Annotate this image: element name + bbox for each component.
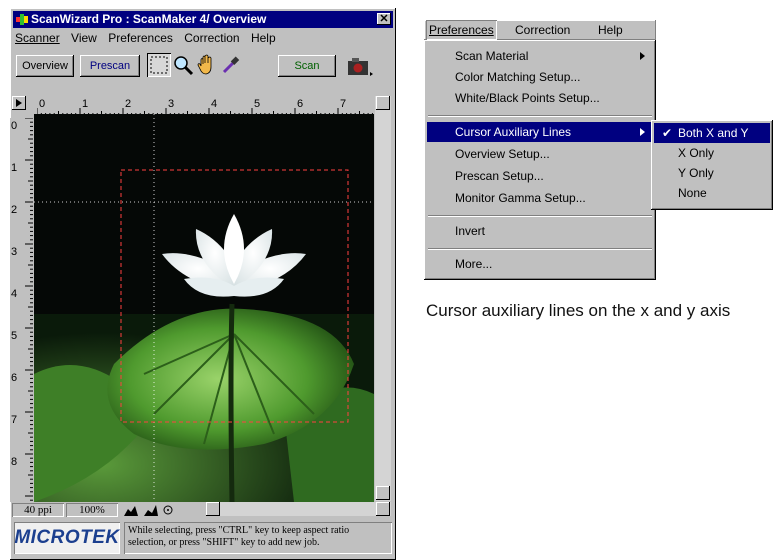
- menu-separator: [428, 248, 652, 250]
- scroll-right-button[interactable]: [376, 502, 390, 516]
- preview-image[interactable]: [34, 114, 374, 502]
- camera-icon[interactable]: [344, 53, 374, 79]
- hint-text: While selecting, press "CTRL" key to kee…: [124, 522, 392, 554]
- vertical-scrollbar[interactable]: [375, 96, 391, 501]
- close-button[interactable]: ✕: [377, 13, 391, 25]
- zoom-readout: 100%: [66, 503, 118, 517]
- hand-icon[interactable]: [195, 53, 219, 77]
- menu-item-invert[interactable]: Invert: [427, 221, 653, 241]
- submenu-item-both-x-and-y[interactable]: ✔ Both X and Y: [654, 123, 770, 143]
- magnifier-icon[interactable]: [171, 53, 195, 77]
- preferences-dropdown: Scan Material Color Matching Setup... Wh…: [424, 40, 656, 280]
- scroll-left-button[interactable]: [206, 502, 220, 516]
- info-panel: MICROTEK While selecting, press "CTRL" k…: [12, 520, 394, 558]
- ruler-left-label: 2: [11, 204, 17, 216]
- ruler-left-label: 0: [11, 120, 17, 132]
- figure-caption: Cursor auxiliary lines on the x and y ax…: [426, 301, 731, 320]
- scroll-down-button[interactable]: [376, 486, 390, 500]
- cursor-lines-submenu: ✔ Both X and Y X Only Y Only None: [651, 120, 773, 210]
- menu-help[interactable]: Help: [598, 20, 623, 40]
- resolution-readout: 40 ppi: [12, 503, 64, 517]
- ruler-top-label: 2: [125, 98, 131, 110]
- menu-item-overview-setup[interactable]: Overview Setup...: [427, 144, 653, 164]
- scanwizard-window: ScanWizard Pro : ScanMaker 4/ Overview ✕…: [10, 8, 396, 560]
- menu-item-monitor-gamma-setup[interactable]: Monitor Gamma Setup...: [427, 188, 653, 208]
- ruler-top: 0 1 2 3 4 5 6 7: [37, 96, 377, 116]
- submenu-item-y-only[interactable]: Y Only: [654, 163, 770, 183]
- menu-item-white-black-points-setup[interactable]: White/Black Points Setup...: [427, 88, 653, 108]
- menu-help[interactable]: Help: [251, 31, 276, 45]
- ruler-left-label: 4: [11, 288, 17, 300]
- figure-menu-bar: Preferences Correction Help: [424, 20, 656, 40]
- menu-item-prescan-setup[interactable]: Prescan Setup...: [427, 166, 653, 186]
- submenu-item-x-only[interactable]: X Only: [654, 143, 770, 163]
- status-tool-icons: [124, 505, 173, 516]
- submenu-arrow-icon: [640, 52, 645, 60]
- app-icon: [16, 14, 28, 25]
- ruler-top-label: 1: [82, 98, 88, 110]
- ruler-left-label: 1: [11, 162, 17, 174]
- menu-preferences[interactable]: Preferences: [108, 31, 173, 45]
- scan-button[interactable]: Scan: [278, 55, 336, 77]
- menu-item-color-matching-setup[interactable]: Color Matching Setup...: [427, 67, 653, 87]
- menu-item-scan-material[interactable]: Scan Material: [427, 46, 653, 66]
- menu-preferences-open[interactable]: Preferences: [426, 20, 497, 40]
- ruler-left: 0 1 2 3 4 5 6 7 8: [10, 118, 33, 502]
- menu-item-more[interactable]: More...: [427, 254, 653, 274]
- submenu-arrow-icon: [640, 128, 645, 136]
- ruler-unit-button[interactable]: [12, 96, 26, 110]
- microtek-logo: MICROTEK: [14, 522, 120, 554]
- menu-correction[interactable]: Correction: [515, 20, 570, 40]
- ruler-top-label: 3: [168, 98, 174, 110]
- menu-separator: [428, 215, 652, 217]
- toolbar: Overview Prescan Scan: [14, 53, 392, 83]
- title-bar[interactable]: ScanWizard Pro : ScanMaker 4/ Overview ✕: [13, 11, 393, 28]
- ruler-top-label: 7: [340, 98, 346, 110]
- ruler-left-label: 7: [11, 414, 17, 426]
- overview-button[interactable]: Overview: [16, 55, 74, 77]
- menu-view[interactable]: View: [71, 31, 97, 45]
- menu-correction[interactable]: Correction: [184, 31, 239, 45]
- checkmark-icon: ✔: [662, 126, 673, 140]
- scroll-up-button[interactable]: [376, 96, 390, 110]
- horizontal-scrollbar[interactable]: [206, 502, 391, 516]
- ruler-left-label: 8: [11, 456, 17, 468]
- ruler-top-label: 0: [39, 98, 45, 110]
- ruler-left-label: 6: [11, 372, 17, 384]
- prescan-button[interactable]: Prescan: [80, 55, 140, 77]
- window-title: ScanWizard Pro : ScanMaker 4/ Overview: [31, 12, 267, 26]
- ruler-left-label: 5: [11, 330, 17, 342]
- menu-item-cursor-auxiliary-lines[interactable]: Cursor Auxiliary Lines: [427, 122, 653, 142]
- menu-bar: Scanner View Preferences Correction Help: [15, 29, 284, 47]
- eyedropper-icon[interactable]: [219, 53, 243, 77]
- ruler-top-label: 4: [211, 98, 217, 110]
- marquee-icon[interactable]: [147, 53, 171, 77]
- submenu-item-none[interactable]: None: [654, 183, 770, 203]
- ruler-top-label: 5: [254, 98, 260, 110]
- ruler-top-label: 6: [297, 98, 303, 110]
- menu-scanner[interactable]: Scanner: [15, 31, 60, 45]
- ruler-left-label: 3: [11, 246, 17, 258]
- menu-separator: [428, 115, 652, 117]
